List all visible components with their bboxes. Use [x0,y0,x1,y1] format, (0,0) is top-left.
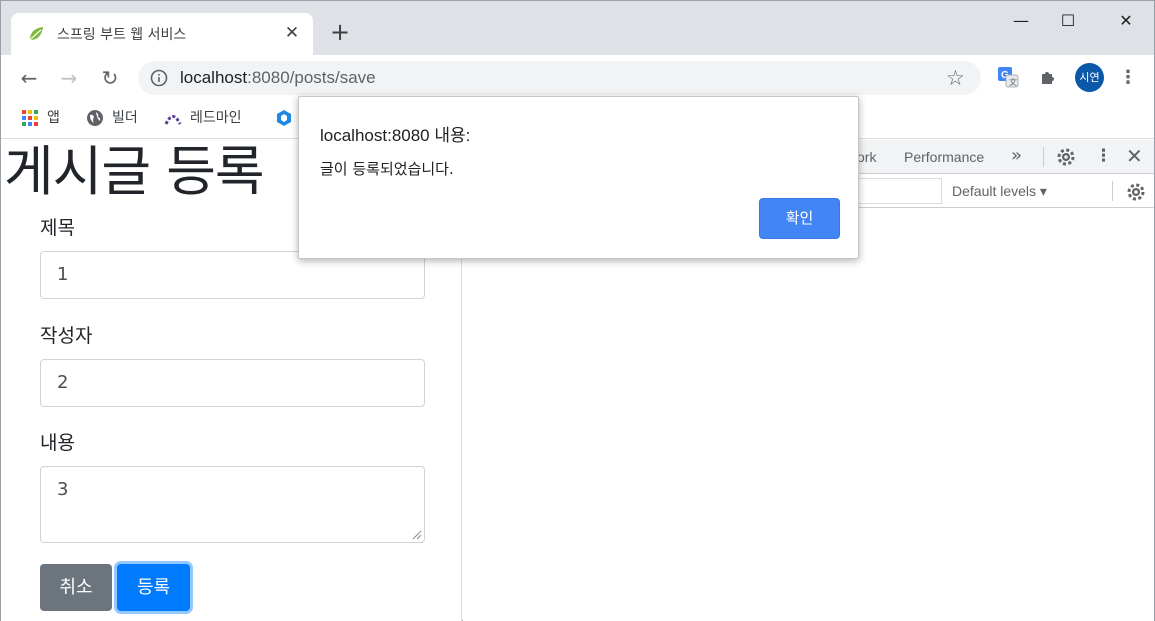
url-text: localhost:8080/posts/save [180,68,376,88]
bookmark-label: 빌더 [112,110,138,126]
bookmark-label: 앱 [47,110,60,126]
browser-menu-icon[interactable]: ⋮ [1119,65,1137,91]
content-text: 3 [57,479,69,500]
tab-strip: 스프링 부트 웹 서비스 ✕ + — ☐ ✕ [1,1,1154,55]
divider [1043,147,1044,167]
url-path: :8080/posts/save [247,68,376,87]
bookmark-redmine[interactable]: 레드마인 [164,107,242,129]
author-input[interactable]: 2 [40,359,425,407]
alert-dialog: localhost:8080 내용: 글이 등록되었습니다. 확인 [298,96,859,259]
info-icon[interactable] [150,69,168,87]
address-bar[interactable]: localhost:8080/posts/save ☆ [138,61,981,95]
browser-window: 스프링 부트 웹 서비스 ✕ + — ☐ ✕ ← → ↻ localhost:8… [0,0,1155,621]
devtools-menu-icon[interactable]: ⋮ [1095,146,1112,166]
new-tab-button[interactable]: + [327,19,353,45]
minimize-button[interactable]: — [998,7,1044,35]
forward-arrow-icon[interactable]: → [54,63,84,93]
reload-icon[interactable]: ↻ [95,63,125,93]
divider [1112,181,1113,201]
more-tabs-icon[interactable]: » [1011,145,1022,166]
content-textarea[interactable]: 3 [40,466,425,543]
browser-tab[interactable]: 스프링 부트 웹 서비스 ✕ [11,13,313,55]
title-label: 제목 [40,217,75,239]
globe-icon [87,110,103,126]
apps-grid-icon [22,110,38,126]
maximize-button[interactable]: ☐ [1045,7,1091,35]
translate-icon[interactable]: G 文 [996,65,1020,89]
gear-icon[interactable] [1056,147,1076,167]
content-label: 내용 [40,432,75,454]
save-button[interactable]: 등록 [117,564,190,611]
bookmark-star-icon[interactable]: ☆ [946,67,965,89]
extensions-puzzle-icon[interactable] [1037,65,1061,89]
cancel-button[interactable]: 취소 [40,564,112,611]
author-label: 작성자 [40,325,93,347]
bookmark-builder[interactable]: 빌더 [86,107,138,129]
window-close-button[interactable]: ✕ [1103,7,1149,35]
tab-close-icon[interactable]: ✕ [281,22,303,44]
log-levels-dropdown[interactable]: Default levels ▾ [952,183,1047,200]
redmine-icon [164,115,182,125]
svg-text:文: 文 [1009,77,1017,87]
back-arrow-icon[interactable]: ← [14,63,44,93]
page-title: 게시글 등록 [4,140,265,203]
profile-avatar[interactable]: 시연 [1075,63,1104,92]
devtools-close-icon[interactable]: ✕ [1126,144,1143,168]
tab-title: 스프링 부트 웹 서비스 [57,27,187,43]
console-settings-gear-icon[interactable] [1126,182,1146,202]
bookmark-label: 레드마인 [190,110,242,126]
dialog-ok-button[interactable]: 확인 [759,198,840,239]
spring-leaf-icon [29,27,43,41]
browser-toolbar: ← → ↻ localhost:8080/posts/save ☆ G 文 시연… [1,55,1154,101]
tab-network[interactable]: ork [857,149,876,165]
bookmark-apps[interactable]: 앱 [21,107,60,129]
dialog-title: localhost:8080 내용: [320,126,471,145]
tab-performance[interactable]: Performance [904,149,984,165]
bookmark-site-icon [277,110,291,126]
resize-grip-icon[interactable] [412,530,422,540]
dialog-message: 글이 등록되었습니다. [320,160,454,178]
url-host: localhost [180,68,248,87]
